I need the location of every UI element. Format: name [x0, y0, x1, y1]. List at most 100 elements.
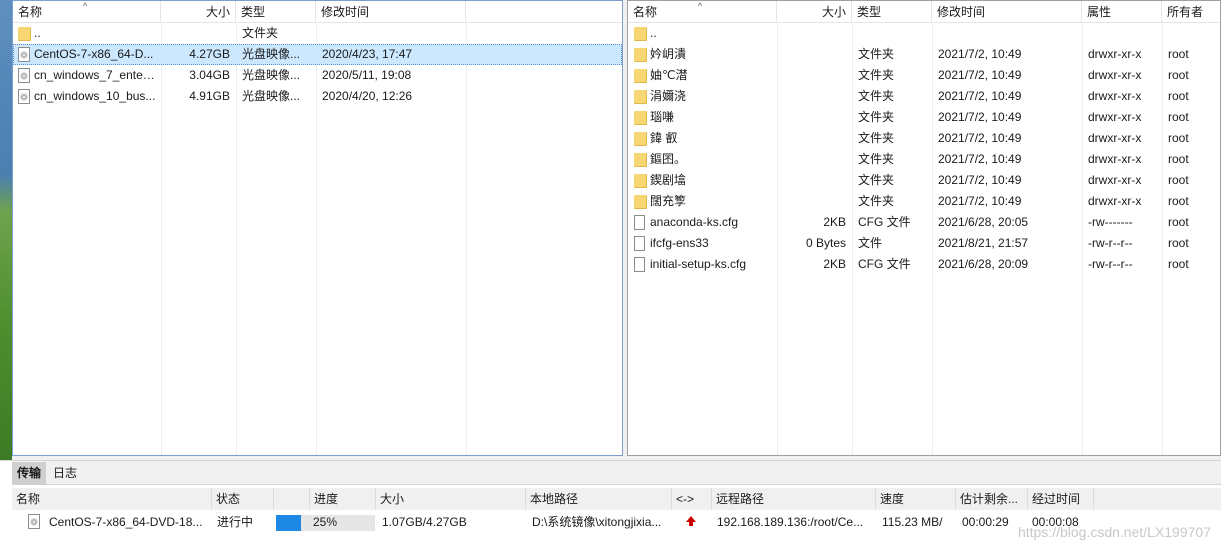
file-type: CFG 文件	[858, 257, 911, 271]
file-type: CFG 文件	[858, 215, 911, 229]
transfer-status: 进行中	[217, 515, 254, 529]
file-icon	[634, 236, 645, 251]
remote-header: 名称 ^ 大小 类型 修改时间 属性 所有者	[628, 1, 1220, 23]
transfer-name: CentOS-7-x86_64-DVD-18...	[49, 515, 203, 529]
file-icon	[634, 257, 645, 272]
file-type: 文件夹	[858, 173, 895, 187]
remote-col-modified[interactable]: 修改时间	[932, 1, 1082, 23]
file-attr: -rw-------	[1088, 215, 1133, 229]
file-type: 文件夹	[242, 26, 279, 40]
file-attr: -rw-r--r--	[1088, 257, 1133, 271]
local-file-row[interactable]: CentOS-7-x86_64-D... 4.27GB 光盘映像... 2020/4/…	[13, 44, 622, 65]
file-modified: 2020/4/23, 17:47	[322, 47, 413, 61]
file-size	[777, 149, 851, 170]
file-name: 妯℃澘	[650, 68, 688, 82]
file-type: 文件夹	[858, 47, 895, 61]
file-type: 文件夹	[858, 68, 895, 82]
remote-col-name[interactable]: 名称 ^	[628, 1, 777, 23]
file-name: anaconda-ks.cfg	[650, 215, 739, 229]
file-owner: root	[1168, 89, 1189, 103]
remote-file-row[interactable]: ifcfg-ens33 0 Bytes 文件 2021/8/21, 21:57 -rw-…	[628, 233, 1220, 254]
transfer-col-progress[interactable]: 进度	[310, 488, 376, 510]
file-type: 光盘映像...	[242, 47, 301, 61]
file-modified: 2020/4/20, 12:26	[322, 89, 413, 103]
file-name: ..	[34, 26, 41, 40]
file-modified: 2021/7/2, 10:49	[938, 152, 1022, 166]
file-modified	[933, 23, 1083, 44]
remote-file-row[interactable]: 鍥剧墖 文件夹 2021/7/2, 10:49 drwxr-xr-x root	[628, 170, 1220, 191]
remote-file-row[interactable]: 闊充箰 文件夹 2021/7/2, 10:49 drwxr-xr-x root	[628, 191, 1220, 212]
transfer-col-remote-path[interactable]: 远程路径	[712, 488, 876, 510]
file-modified: 2021/7/2, 10:49	[938, 194, 1022, 208]
local-file-row[interactable]: cn_windows_10_bus... 4.91GB 光盘映像... 2020/4/…	[13, 86, 622, 107]
file-name: 鍥剧墖	[650, 173, 687, 187]
local-col-size[interactable]: 大小	[161, 1, 236, 23]
remote-file-row[interactable]: initial-setup-ks.cfg 2KB CFG 文件 2021/6/28, …	[628, 254, 1220, 275]
remote-col-size[interactable]: 大小	[777, 1, 852, 23]
file-size: 2KB	[823, 257, 846, 271]
file-modified: 2021/8/21, 21:57	[938, 236, 1029, 250]
remote-col-owner[interactable]: 所有者	[1162, 1, 1220, 23]
file-type: 文件夹	[858, 131, 895, 145]
file-owner: root	[1168, 236, 1189, 250]
transfer-col-elapsed[interactable]: 经过时间	[1028, 488, 1094, 510]
transfer-col-speed[interactable]: 速度	[876, 488, 956, 510]
local-file-row[interactable]: cn_windows_7_enter... 3.04GB 光盘映像... 2020/5…	[13, 65, 622, 86]
sort-caret-icon: ^	[698, 1, 703, 11]
local-file-list[interactable]: 名称 ^ 大小 类型 修改时间 .. 文件夹 CentOS-7-x86_64-D...…	[12, 0, 623, 456]
file-size	[777, 44, 851, 65]
local-col-modified[interactable]: 修改时间	[316, 1, 466, 23]
tab-transfer[interactable]: 传输	[12, 462, 47, 485]
transfer-remote-path: 192.168.189.136:/root/Ce...	[717, 515, 864, 529]
file-type	[853, 23, 933, 44]
file-modified: 2020/5/11, 19:08	[322, 68, 412, 82]
desktop-wallpaper	[0, 0, 12, 460]
remote-col-attr[interactable]: 属性	[1082, 1, 1162, 23]
file-owner: root	[1168, 257, 1189, 271]
file-modified: 2021/6/28, 20:05	[938, 215, 1029, 229]
file-modified: 2021/7/2, 10:49	[938, 89, 1022, 103]
transfer-col-local-path[interactable]: 本地路径	[526, 488, 672, 510]
remote-file-row[interactable]: 妯℃澘 文件夹 2021/7/2, 10:49 drwxr-xr-x root	[628, 65, 1220, 86]
file-modified: 2021/7/2, 10:49	[938, 110, 1022, 124]
progress-bar-fill	[276, 515, 301, 531]
transfer-size: 1.07GB/4.27GB	[382, 515, 467, 529]
remote-file-row[interactable]: 涓嬭浇 文件夹 2021/7/2, 10:49 drwxr-xr-x root	[628, 86, 1220, 107]
file-owner: root	[1168, 68, 1189, 82]
remote-file-row[interactable]: 瑙嗛 文件夹 2021/7/2, 10:49 drwxr-xr-x root	[628, 107, 1220, 128]
transfer-col-name[interactable]: 名称	[12, 488, 212, 510]
file-name: CentOS-7-x86_64-D...	[34, 47, 154, 61]
transfer-tabs: 传输 日志	[12, 461, 1221, 485]
remote-file-list[interactable]: 名称 ^ 大小 类型 修改时间 属性 所有者 .. 妗岄潰 文件夹 2021/7/2, …	[627, 0, 1221, 456]
transfer-col-size[interactable]: 大小	[376, 488, 526, 510]
transfer-speed: 115.23 MB/	[882, 515, 943, 529]
remote-file-row[interactable]: 妗岄潰 文件夹 2021/7/2, 10:49 drwxr-xr-x root	[628, 44, 1220, 65]
file-modified: 2021/7/2, 10:49	[938, 173, 1022, 187]
tab-log[interactable]: 日志	[48, 462, 82, 485]
file-modified	[317, 23, 467, 44]
file-name: cn_windows_7_enter...	[34, 68, 157, 82]
transfer-col-eta[interactable]: 估计剩余...	[956, 488, 1028, 510]
local-col-type[interactable]: 类型	[236, 1, 316, 23]
file-size	[161, 23, 235, 44]
remote-col-type[interactable]: 类型	[852, 1, 932, 23]
upload-arrow-icon	[686, 516, 696, 526]
remote-file-row[interactable]: anaconda-ks.cfg 2KB CFG 文件 2021/6/28, 20:05…	[628, 212, 1220, 233]
file-size: 3.04GB	[189, 68, 230, 82]
transfer-col-status[interactable]: 状态	[212, 488, 274, 510]
remote-file-row[interactable]: 鍏 叡 文件夹 2021/7/2, 10:49 drwxr-xr-x root	[628, 128, 1220, 149]
file-size: 2KB	[823, 215, 846, 229]
file-type: 文件夹	[858, 152, 895, 166]
file-owner: root	[1168, 215, 1189, 229]
local-file-row[interactable]: .. 文件夹	[13, 23, 622, 44]
transfer-col-direction[interactable]: <->	[672, 488, 712, 510]
file-size	[777, 170, 851, 191]
transfer-progress-text: 25%	[313, 515, 338, 529]
watermark: https://blog.csdn.net/LX199707	[1017, 524, 1211, 540]
file-name: ..	[650, 26, 657, 40]
file-attr: -rw-r--r--	[1088, 236, 1133, 250]
file-size	[777, 23, 851, 44]
remote-file-row[interactable]: ..	[628, 23, 1220, 44]
remote-file-row[interactable]: 鏂囨。 文件夹 2021/7/2, 10:49 drwxr-xr-x root	[628, 149, 1220, 170]
local-col-name[interactable]: 名称 ^	[13, 1, 161, 23]
